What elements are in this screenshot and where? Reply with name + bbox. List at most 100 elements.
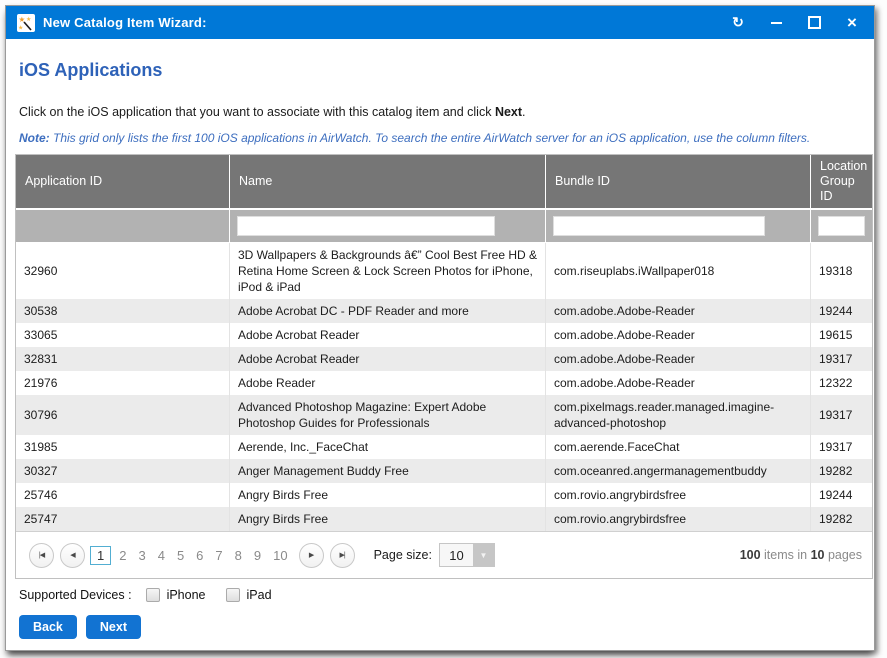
- pager-page-number[interactable]: 7: [209, 546, 228, 565]
- application-id-cell: 31985: [16, 435, 230, 459]
- location-group-id-cell: 12322: [811, 371, 872, 395]
- device-checkbox[interactable]: [146, 588, 160, 602]
- location-group-id-cell: 19282: [811, 507, 872, 531]
- back-button[interactable]: Back: [19, 615, 77, 639]
- application-row[interactable]: 25747 Angry Birds Free com.rovio.angrybi…: [16, 507, 872, 531]
- instruction-prefix: Click on the iOS application that you wa…: [19, 105, 495, 119]
- pager-page-number[interactable]: 10: [267, 546, 293, 565]
- pager-pages: 1 2 3 4 5 6 7 8 9 10: [90, 546, 294, 565]
- application-id-cell: 30538: [16, 299, 230, 323]
- application-name-cell: Angry Birds Free: [230, 483, 546, 507]
- filter-cell-name: [230, 210, 546, 242]
- pager-page-number[interactable]: 3: [132, 546, 151, 565]
- application-id-cell: 33065: [16, 323, 230, 347]
- note-text: Note: This grid only lists the first 100…: [19, 131, 859, 145]
- location-group-id-filter-input[interactable]: [818, 216, 865, 236]
- location-group-id-cell: 19244: [811, 299, 872, 323]
- bundle-id-cell: com.rovio.angrybirdsfree: [546, 483, 811, 507]
- chevron-down-icon[interactable]: ▼: [473, 544, 494, 566]
- pager-page-number[interactable]: 2: [113, 546, 132, 565]
- pager-last-icon[interactable]: ▶|: [330, 543, 355, 568]
- bundle-id-cell: com.adobe.Adobe-Reader: [546, 299, 811, 323]
- wizard-app-icon: ★ ★ ★: [17, 14, 35, 32]
- application-name-cell: Angry Birds Free: [230, 507, 546, 531]
- column-header[interactable]: Location Group ID: [811, 155, 876, 208]
- maximize-icon[interactable]: [807, 15, 821, 31]
- bundle-id-cell: com.pixelmags.reader.managed.imagine-adv…: [546, 395, 811, 435]
- close-icon[interactable]: ×: [845, 15, 859, 31]
- location-group-id-cell: 19244: [811, 483, 872, 507]
- application-row[interactable]: 32960 3D Wallpapers & Backgrounds â€” Co…: [16, 243, 872, 299]
- instruction-text: Click on the iOS application that you wa…: [19, 105, 526, 119]
- application-id-cell: 21976: [16, 371, 230, 395]
- application-id-cell: 30796: [16, 395, 230, 435]
- page-size-dropdown[interactable]: 10 ▼: [439, 543, 495, 567]
- pager-page-number[interactable]: 4: [152, 546, 171, 565]
- application-row[interactable]: 30796 Advanced Photoshop Magazine: Exper…: [16, 395, 872, 435]
- filter-cell-location-group-id: [811, 210, 872, 242]
- application-row[interactable]: 31985 Aerende, Inc._FaceChat com.aerende…: [16, 435, 872, 459]
- page-size-value: 10: [440, 544, 473, 566]
- device-checkbox[interactable]: [226, 588, 240, 602]
- pager-prev-icon[interactable]: ◀: [60, 543, 85, 568]
- application-id-cell: 25747: [16, 507, 230, 531]
- bundle-id-cell: com.adobe.Adobe-Reader: [546, 371, 811, 395]
- column-header[interactable]: Bundle ID: [546, 155, 811, 208]
- pager-page-number[interactable]: 1: [90, 546, 111, 565]
- application-row[interactable]: 32831 Adobe Acrobat Reader com.adobe.Ado…: [16, 347, 872, 371]
- wizard-buttons: Back Next: [19, 615, 141, 639]
- column-header[interactable]: Name: [230, 155, 546, 208]
- application-row[interactable]: 33065 Adobe Acrobat Reader com.adobe.Ado…: [16, 323, 872, 347]
- svg-text:★: ★: [26, 16, 31, 23]
- svg-text:★: ★: [18, 24, 23, 31]
- application-id-cell: 30327: [16, 459, 230, 483]
- window-title: New Catalog Item Wizard:: [43, 15, 207, 30]
- pager-next-icon[interactable]: ▶: [299, 543, 324, 568]
- application-id-cell: 32960: [16, 243, 230, 299]
- instruction-suffix: .: [522, 105, 525, 119]
- application-row[interactable]: 25746 Angry Birds Free com.rovio.angrybi…: [16, 483, 872, 507]
- note-body: This grid only lists the first 100 iOS a…: [50, 131, 811, 145]
- application-row[interactable]: 21976 Adobe Reader com.adobe.Adobe-Reade…: [16, 371, 872, 395]
- wizard-window: ★ ★ ★ New Catalog Item Wizard: ↻ × iOS A…: [5, 5, 875, 651]
- location-group-id-cell: 19317: [811, 435, 872, 459]
- location-group-id-cell: 19317: [811, 395, 872, 435]
- bundle-id-cell: com.rovio.angrybirdsfree: [546, 507, 811, 531]
- refresh-icon[interactable]: ↻: [731, 15, 745, 31]
- next-button[interactable]: Next: [86, 615, 141, 639]
- application-name-cell: Advanced Photoshop Magazine: Expert Adob…: [230, 395, 546, 435]
- pager-page-number[interactable]: 8: [229, 546, 248, 565]
- device-label: iPad: [247, 588, 272, 602]
- minimize-icon[interactable]: [769, 15, 783, 31]
- name-filter-input[interactable]: [237, 216, 495, 236]
- pager-page-number[interactable]: 9: [248, 546, 267, 565]
- items-count: 100: [740, 548, 761, 562]
- location-group-id-cell: 19615: [811, 323, 872, 347]
- pager-first-icon[interactable]: |◀: [29, 543, 54, 568]
- application-name-cell: Adobe Reader: [230, 371, 546, 395]
- grid-header-row: Application ID Name Bundle ID Location G…: [16, 155, 872, 210]
- pager-page-number[interactable]: 6: [190, 546, 209, 565]
- application-name-cell: Aerende, Inc._FaceChat: [230, 435, 546, 459]
- pages-count: 10: [811, 548, 825, 562]
- device-option: iPad: [226, 588, 272, 602]
- application-row[interactable]: 30538 Adobe Acrobat DC - PDF Reader and …: [16, 299, 872, 323]
- column-header[interactable]: Application ID: [16, 155, 230, 208]
- pager-page-number[interactable]: 5: [171, 546, 190, 565]
- grid-filter-row: [16, 210, 872, 243]
- note-label: Note:: [19, 131, 50, 145]
- title-bar: ★ ★ ★ New Catalog Item Wizard: ↻ ×: [6, 6, 874, 39]
- bundle-id-cell: com.adobe.Adobe-Reader: [546, 323, 811, 347]
- application-name-cell: Adobe Acrobat Reader: [230, 323, 546, 347]
- grid-pager: |◀ ◀ 1 2 3 4 5 6 7 8: [16, 531, 872, 578]
- application-row[interactable]: 30327 Anger Management Buddy Free com.oc…: [16, 459, 872, 483]
- bundle-id-filter-input[interactable]: [553, 216, 765, 236]
- page-size-label: Page size:: [374, 548, 432, 562]
- application-name-cell: Adobe Acrobat DC - PDF Reader and more: [230, 299, 546, 323]
- bundle-id-cell: com.aerende.FaceChat: [546, 435, 811, 459]
- bundle-id-cell: com.oceanred.angermanagementbuddy: [546, 459, 811, 483]
- grid-body: 32960 3D Wallpapers & Backgrounds â€” Co…: [16, 243, 872, 531]
- application-name-cell: Anger Management Buddy Free: [230, 459, 546, 483]
- location-group-id-cell: 19318: [811, 243, 872, 299]
- page-title: iOS Applications: [19, 60, 162, 81]
